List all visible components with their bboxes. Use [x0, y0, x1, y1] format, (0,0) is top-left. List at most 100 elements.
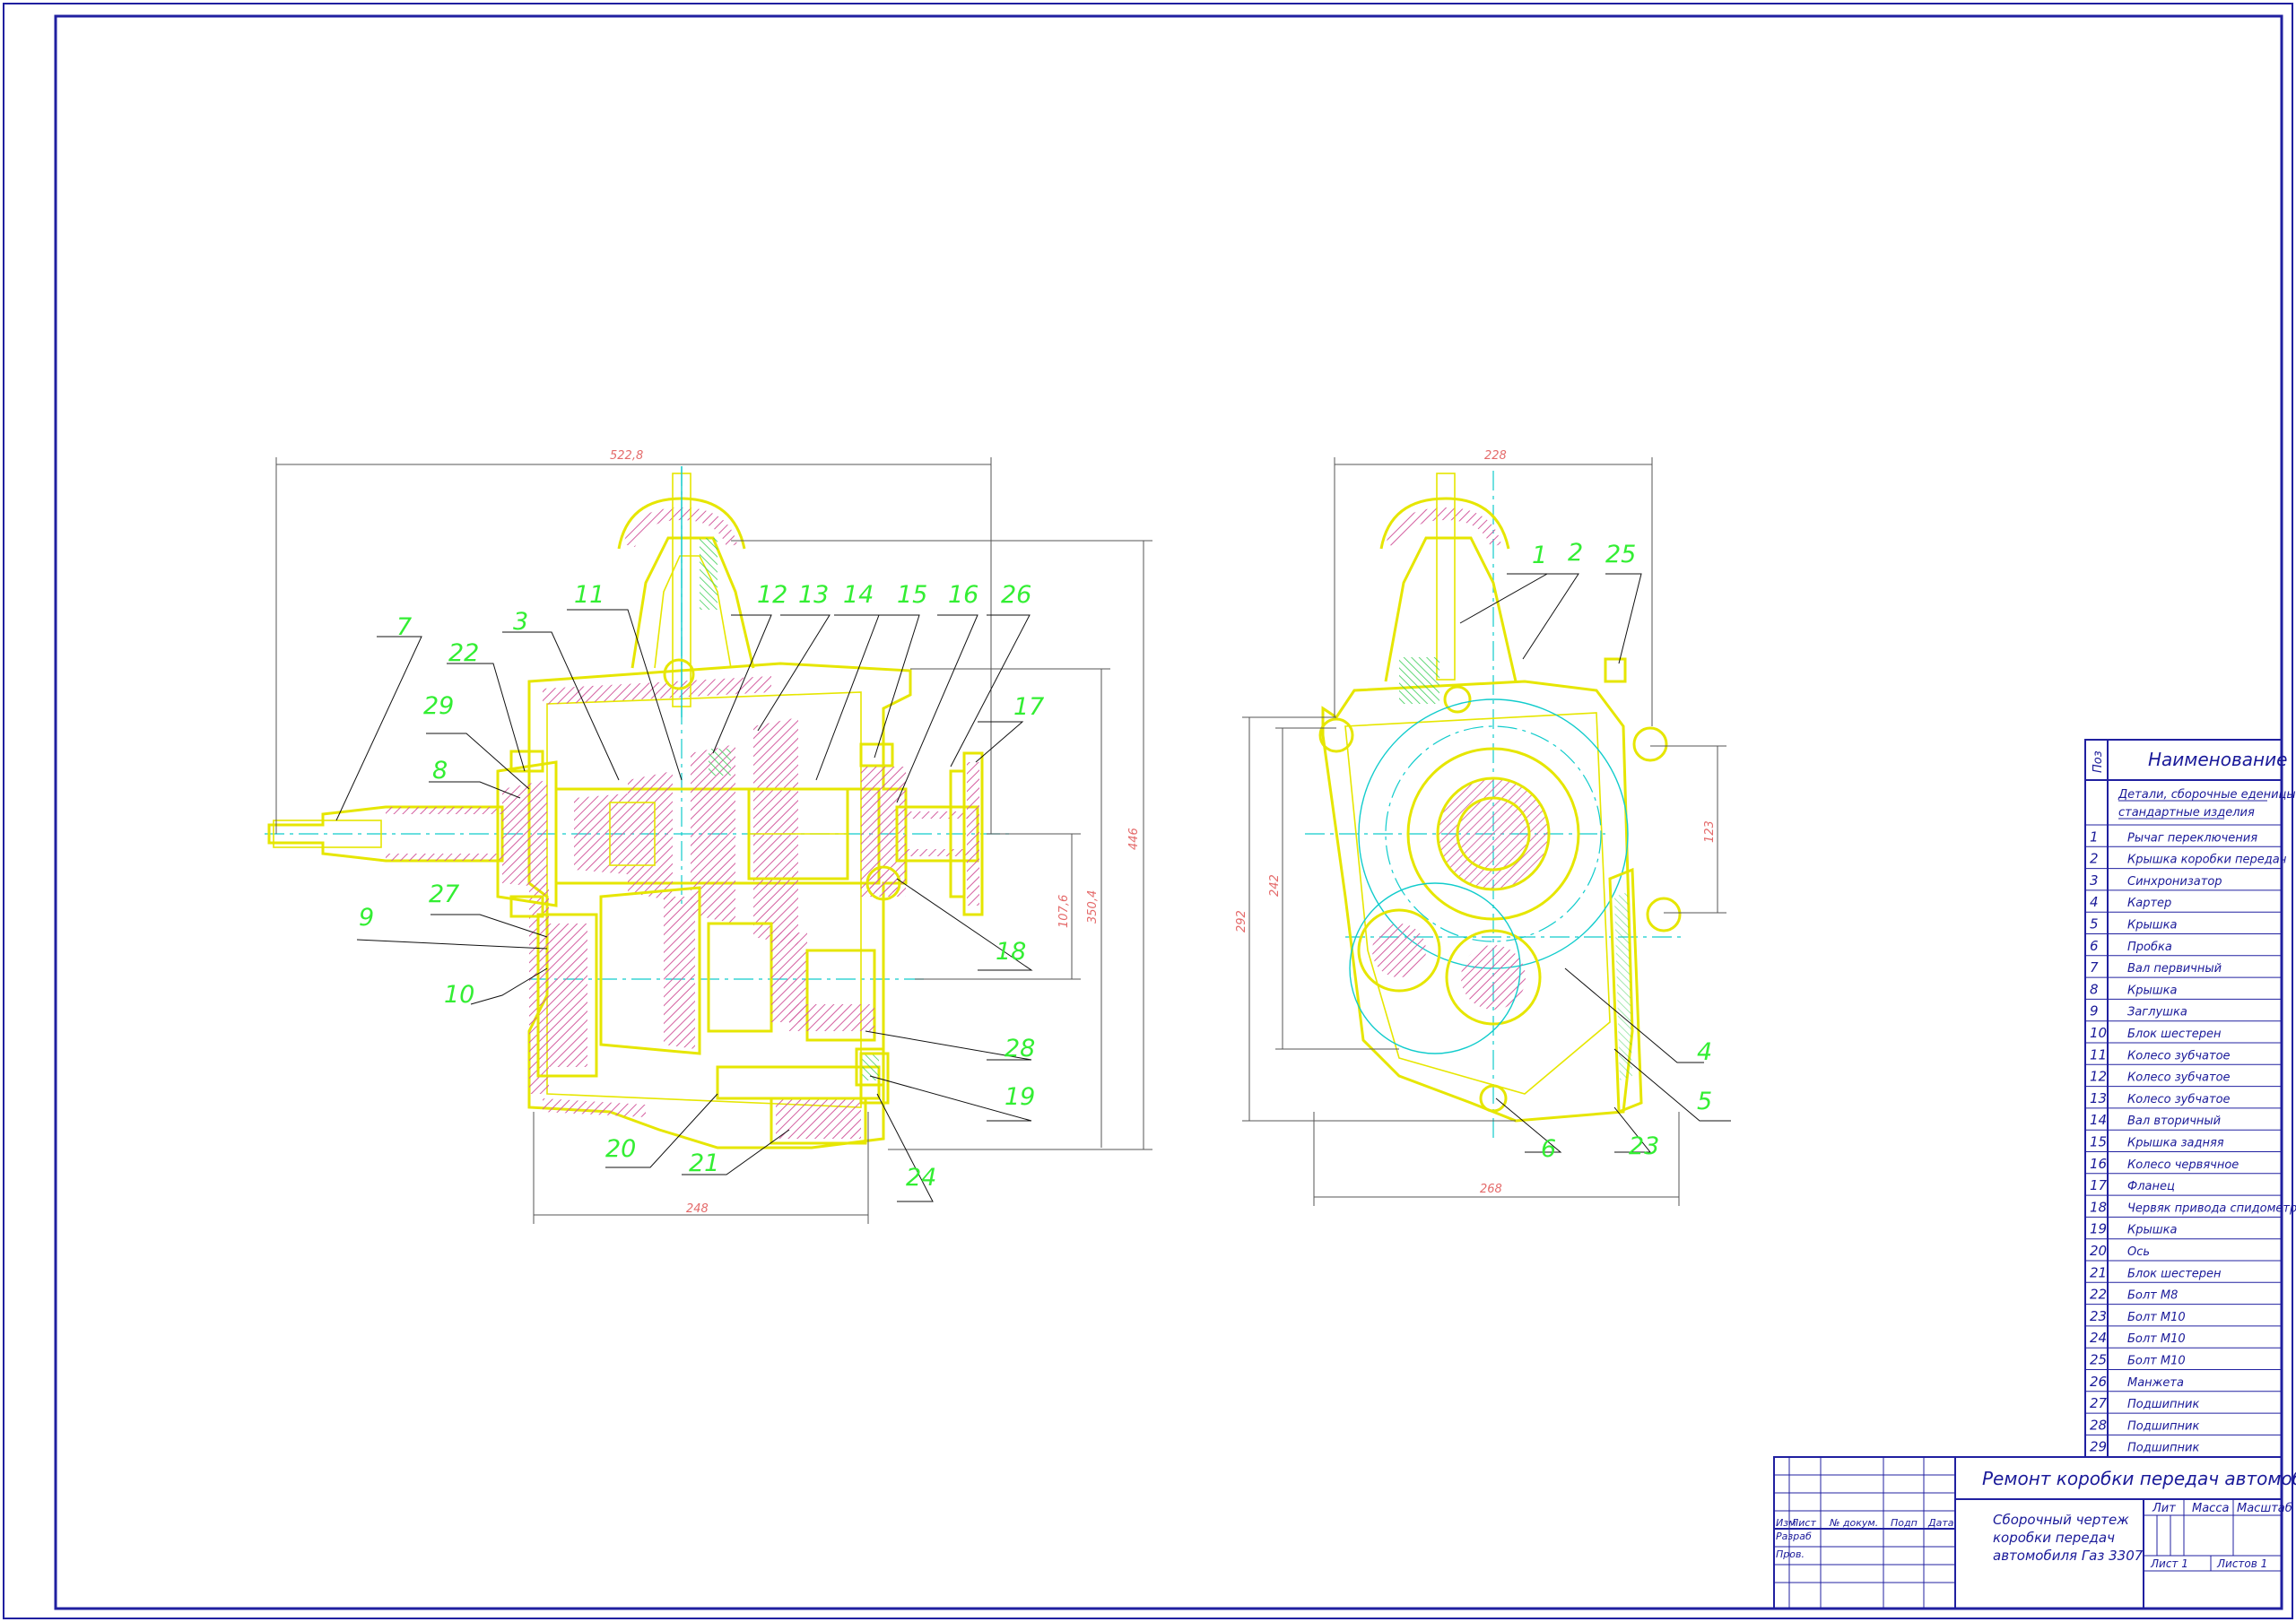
parts-row-pos: 17	[2090, 1177, 2108, 1193]
parts-row-name: Крышка коробки передач	[2127, 854, 2287, 867]
tb-col-data: Дата	[1927, 1517, 1954, 1529]
dim-height-inner: 242	[1268, 874, 1282, 897]
dim-height-left: 292	[1235, 910, 1248, 932]
dim-shaft-offset: 107,6	[1057, 895, 1071, 928]
parts-row-pos: 20	[2090, 1243, 2107, 1259]
parts-list-table: Поз Наименование Детали, сборочные едени…	[2084, 739, 2296, 1458]
parts-row-name: Болт М10	[2127, 1355, 2186, 1368]
tb-massa: Масса	[2192, 1502, 2229, 1515]
callout-19: 19	[1004, 1083, 1035, 1111]
parts-row-name: Манжета	[2127, 1376, 2184, 1390]
parts-row-name: Болт М8	[2127, 1289, 2178, 1303]
parts-row-pos: 4	[2090, 894, 2099, 910]
callout-3: 3	[513, 608, 528, 636]
parts-row-pos: 5	[2090, 916, 2099, 932]
callout-14: 14	[843, 581, 874, 609]
callout-6: 6	[1541, 1135, 1556, 1163]
parts-header-pos: Поз	[2092, 750, 2105, 773]
tb-sheet: Лист 1	[2150, 1557, 2188, 1570]
parts-row-name: Картер	[2127, 897, 2171, 910]
parts-row-name: Крышка задняя	[2127, 1137, 2224, 1150]
callout-23: 23	[1629, 1132, 1659, 1160]
callout-7: 7	[396, 613, 412, 641]
end-view	[1305, 471, 1686, 1139]
callout-17: 17	[1013, 693, 1044, 721]
tb-row-razrab: Разраб	[1776, 1531, 1812, 1542]
callout-22: 22	[448, 639, 479, 667]
dim-height-total: 446	[1127, 828, 1141, 850]
parts-row-name: Подшипник	[2127, 1442, 2200, 1455]
callout-20: 20	[605, 1135, 636, 1163]
callout-8: 8	[432, 757, 448, 785]
parts-row-name: Болт М10	[2127, 1311, 2186, 1324]
parts-row-name: Червяк привода спидометра	[2127, 1201, 2296, 1215]
parts-row-name: Блок шестерен	[2127, 1028, 2222, 1041]
dim-width-top: 228	[1484, 449, 1507, 463]
parts-row-pos: 21	[2090, 1264, 2107, 1280]
parts-row-pos: 18	[2090, 1199, 2107, 1215]
parts-row-name: Рычаг переключения	[2127, 831, 2257, 845]
drawing-subtitle-3: автомобиля Газ 3307	[1993, 1548, 2144, 1564]
title-block: Ремонт коробки передач автомобиля Газ-33…	[1773, 1456, 2296, 1609]
parts-row-name: Колесо червячное	[2127, 1158, 2239, 1172]
parts-row-name: Заглушка	[2127, 1006, 2187, 1019]
parts-row-name: Подшипник	[2127, 1419, 2200, 1433]
dim-right-offset: 123	[1703, 820, 1717, 843]
tb-col-list: Лист	[1790, 1517, 1816, 1529]
callout-27: 27	[429, 880, 459, 908]
callout-5: 5	[1697, 1088, 1712, 1115]
parts-row-pos: 3	[2090, 872, 2099, 889]
callout-16: 16	[948, 581, 978, 609]
parts-row-name: Колесо зубчатое	[2127, 1071, 2231, 1085]
parts-row-pos: 26	[2090, 1374, 2107, 1390]
parts-row-pos: 29	[2090, 1439, 2107, 1455]
parts-row-pos: 6	[2090, 938, 2099, 954]
callout-21: 21	[689, 1149, 719, 1177]
parts-row-pos: 15	[2090, 1134, 2107, 1150]
callout-12: 12	[757, 581, 787, 609]
parts-row-name: Колесо зубчатое	[2127, 1093, 2231, 1106]
drawing-title: Ремонт коробки передач автомобиля Газ-33…	[1982, 1468, 2296, 1489]
assembly-drawing-sheet: 522,8 248 446 350,4 107,6 228 268 292 24…	[3, 3, 2296, 1619]
dim-overall-length: 522,8	[610, 449, 643, 463]
parts-row-name: Болт М10	[2127, 1332, 2186, 1346]
parts-row-pos: 10	[2090, 1025, 2107, 1041]
parts-row-pos: 22	[2090, 1287, 2107, 1303]
parts-row-name: Ось	[2127, 1245, 2150, 1259]
parts-row-pos: 28	[2090, 1417, 2107, 1433]
parts-row-name: Колесо зубчатое	[2127, 1049, 2231, 1063]
callout-28: 28	[1004, 1035, 1035, 1063]
parts-row-pos: 27	[2090, 1395, 2108, 1411]
callout-2: 2	[1568, 539, 1583, 567]
side-view-section	[265, 466, 1013, 1149]
callout-26: 26	[1001, 581, 1031, 609]
parts-header-name: Наименование	[2148, 749, 2287, 770]
parts-row-pos: 19	[2090, 1221, 2107, 1237]
callout-29: 29	[423, 692, 454, 720]
parts-row-name: Синхронизатор	[2127, 875, 2222, 889]
parts-row-name: Вал вторичный	[2127, 1115, 2221, 1128]
parts-row-pos: 2	[2090, 851, 2099, 867]
parts-row-name: Крышка	[2127, 1224, 2177, 1237]
callout-15: 15	[897, 581, 927, 609]
parts-row-pos: 14	[2090, 1112, 2107, 1128]
callout-1: 1	[1532, 542, 1547, 569]
tb-col-docnum: № докум.	[1829, 1517, 1878, 1529]
parts-row-pos: 8	[2090, 981, 2099, 997]
tb-col-podp: Подп	[1891, 1517, 1918, 1529]
tb-row-prov: Пров.	[1776, 1548, 1805, 1560]
parts-section-line2: стандартные изделия	[2118, 806, 2255, 820]
parts-section-line1: Детали, сборочные еденицы и	[2118, 788, 2296, 802]
parts-row-name: Пробка	[2127, 941, 2172, 954]
callout-18: 18	[996, 938, 1026, 966]
callout-10: 10	[444, 981, 474, 1009]
dim-width-base: 268	[1480, 1183, 1502, 1196]
parts-row-pos: 12	[2090, 1069, 2107, 1085]
drawing-subtitle-2: коробки передач	[1993, 1530, 2115, 1546]
parts-row-pos: 16	[2090, 1156, 2107, 1172]
dim-base-length: 248	[686, 1202, 709, 1216]
parts-row-pos: 7	[2090, 959, 2099, 976]
parts-row-pos: 11	[2090, 1046, 2107, 1063]
parts-row-pos: 1	[2090, 828, 2099, 845]
callout-11: 11	[574, 581, 604, 609]
